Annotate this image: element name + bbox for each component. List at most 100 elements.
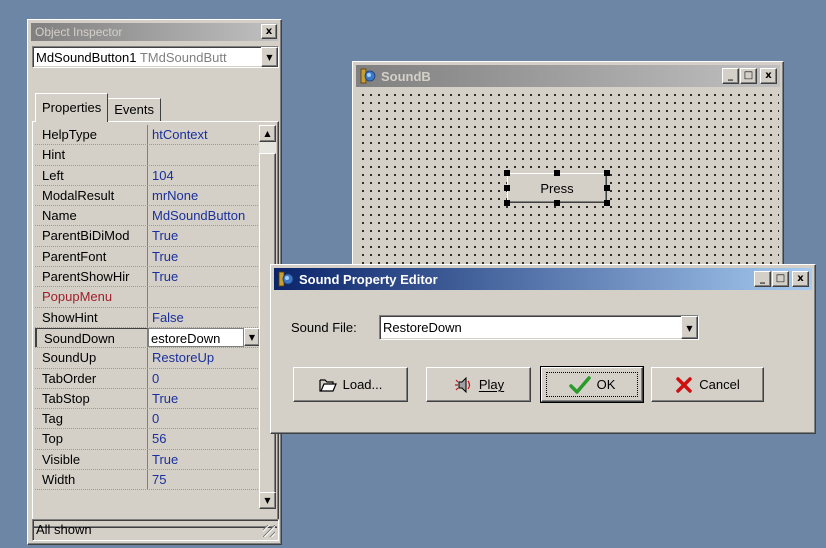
tab-events[interactable]: Events [107,98,161,122]
tab-events-label: Events [114,102,154,117]
property-value[interactable]: True [148,247,260,266]
property-name: PopupMenu [35,287,148,307]
property-value[interactable]: False [148,308,260,327]
resize-grip-icon[interactable] [263,525,275,537]
object-inspector-window: Object Inspector x MdSoundButton1 TMdSou… [27,19,282,545]
selection-handle[interactable] [554,170,560,176]
soundb-minimize-button[interactable]: _ [722,68,739,84]
status-bar: All shown [32,519,279,541]
maximize-icon: □ [743,70,754,81]
property-grid: HelpType htContext Hint Left 104 ModalResult m… [35,125,260,491]
scroll-up-button[interactable]: ▲ [259,125,276,142]
selection-handle[interactable] [604,170,610,176]
property-value[interactable]: True [148,267,260,286]
sound-file-combo[interactable]: RestoreDown ▼ [379,315,699,340]
soundb-titlebar[interactable]: SoundB [356,65,780,87]
ok-button[interactable]: OK [540,366,644,403]
property-name: Width [35,470,148,490]
tab-properties[interactable]: Properties [35,93,109,122]
property-value-editor[interactable]: estoreDown [148,327,244,348]
soundb-title: SoundB [381,68,431,84]
play-button-label: Play [478,377,505,392]
property-value[interactable]: RestoreUp [148,348,260,367]
component-selector[interactable]: MdSoundButton1 TMdSoundButt ▼ [32,46,279,68]
selection-handle[interactable] [604,200,610,206]
property-row-showhint[interactable]: ShowHint False [35,307,260,328]
close-icon: x [765,70,772,81]
property-row-parentfont[interactable]: ParentFont True [35,246,260,268]
component-dropdown-button[interactable]: ▼ [261,47,278,67]
property-row-parentshowhir[interactable]: ParentShowHir True [35,267,260,288]
status-text: All shown [36,522,92,537]
editor-close-button[interactable]: x [792,271,809,287]
chevron-down-icon: ▼ [266,53,273,62]
property-row-sounddown[interactable]: SoundDown estoreDown ▼ [35,327,260,349]
property-row-parentbidimod[interactable]: ParentBiDiMod True [35,226,260,247]
selection-handle[interactable] [604,185,610,191]
editor-title: Sound Property Editor [299,271,438,287]
inspector-tabs: Properties Events [35,93,161,122]
delphi-app-icon [360,68,376,84]
selection-handle[interactable] [554,200,560,206]
property-value[interactable]: True [148,450,260,469]
property-value[interactable]: 0 [148,369,260,388]
property-row-helptype[interactable]: HelpType htContext [35,125,260,146]
selection-handle[interactable] [504,185,510,191]
soundb-maximize-button[interactable]: □ [740,68,757,84]
sound-property-editor-window: Sound Property Editor _ □ x Sound File: … [270,264,816,434]
press-button[interactable]: Press [507,173,607,203]
property-row-visible[interactable]: Visible True [35,449,260,471]
cancel-button[interactable]: Cancel [651,367,764,402]
property-value[interactable]: 104 [148,166,260,185]
property-row-tabstop[interactable]: TabStop True [35,388,260,410]
chevron-down-icon: ▼ [248,332,256,342]
inspector-titlebar[interactable]: Object Inspector [31,23,278,41]
property-value[interactable]: 56 [148,429,260,448]
property-row-modalresult[interactable]: ModalResult mrNone [35,185,260,207]
editor-titlebar[interactable]: Sound Property Editor [274,268,812,290]
property-value[interactable]: 0 [148,409,260,428]
selection-handle[interactable] [504,170,510,176]
editor-maximize-button[interactable]: □ [772,271,789,287]
editor-minimize-button[interactable]: _ [754,271,771,287]
inspector-close-button[interactable]: x [261,24,277,39]
property-dropdown-button[interactable]: ▼ [244,327,260,346]
property-grid-panel: HelpType htContext Hint Left 104 ModalResult m… [32,121,279,528]
property-row-width[interactable]: Width 75 [35,470,260,491]
property-row-popupmenu[interactable]: PopupMenu [35,287,260,308]
property-name: Top [35,429,148,449]
delphi-app-icon [278,271,294,287]
property-row-soundup[interactable]: SoundUp RestoreUp [35,348,260,369]
property-value[interactable]: True [148,226,260,245]
sound-file-value: RestoreDown [383,320,462,335]
close-icon: x [797,273,804,284]
component-name: MdSoundButton1 [36,49,137,65]
component-selector-text: MdSoundButton1 TMdSoundButt [33,50,261,65]
property-row-taborder[interactable]: TabOrder 0 [35,368,260,389]
property-value[interactable]: mrNone [148,186,260,205]
selection-handle[interactable] [504,200,510,206]
property-value[interactable]: True [148,389,260,408]
property-value[interactable]: htContext [148,125,260,144]
property-name: ModalResult [35,185,148,206]
soundb-close-button[interactable]: x [760,68,777,84]
property-value[interactable]: MdSoundButton [148,206,260,225]
property-value[interactable] [148,287,260,306]
property-row-tag[interactable]: Tag 0 [35,409,260,430]
property-value[interactable] [148,145,260,164]
sound-file-dropdown-button[interactable]: ▼ [681,316,698,339]
property-name: Visible [35,449,148,470]
property-value[interactable]: 75 [148,470,260,489]
form-design-surface[interactable]: Press [357,89,779,266]
press-button-label: Press [540,180,574,196]
play-button[interactable]: Play [426,367,531,402]
property-row-top[interactable]: Top 56 [35,429,260,450]
scroll-down-button[interactable]: ▼ [259,492,276,509]
property-row-name[interactable]: Name MdSoundButton [35,206,260,227]
property-row-hint[interactable]: Hint [35,145,260,166]
property-row-left[interactable]: Left 104 [35,165,260,186]
load-button-label: Load... [342,377,383,392]
property-name: Tag [35,409,148,429]
property-name: TabStop [35,388,148,409]
load-button[interactable]: Load... [293,367,408,402]
